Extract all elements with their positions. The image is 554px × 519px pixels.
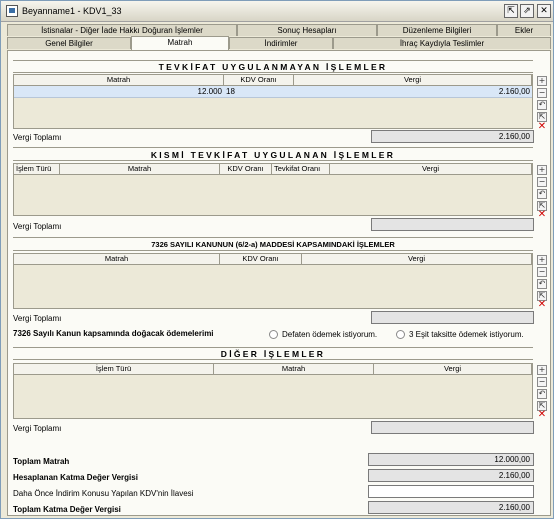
cell-vergi[interactable]: 2.160,00 bbox=[294, 86, 532, 97]
col-matrah[interactable]: Matrah bbox=[14, 75, 224, 85]
col-matrah[interactable]: Matrah bbox=[214, 364, 374, 374]
sec1-grid-header: Matrah KDV Oranı Vergi bbox=[14, 75, 532, 86]
section-divider bbox=[13, 60, 533, 61]
col-kdv-orani[interactable]: KDV Oranı bbox=[220, 164, 272, 174]
window: Beyanname1 - KDV1_33 ⇱ ⇗ ✕ İstisnalar - … bbox=[0, 0, 554, 519]
defaten-radio[interactable] bbox=[269, 330, 278, 339]
defaten-label[interactable]: Defaten ödemek istiyorum. bbox=[282, 330, 377, 339]
toplam-matrah-value: 12.000,00 bbox=[368, 453, 534, 466]
sec2-grid: İşlem Türü Matrah KDV Oranı Tevkifat Ora… bbox=[13, 163, 533, 216]
taksit-label[interactable]: 3 Eşit taksitte ödemek istiyorum. bbox=[409, 330, 524, 339]
sec4-total-value bbox=[371, 421, 534, 434]
col-vergi[interactable]: Vergi bbox=[374, 364, 532, 374]
section-divider bbox=[13, 147, 533, 148]
undo-icon[interactable]: ↶ bbox=[537, 189, 547, 199]
remove-row-icon[interactable]: − bbox=[537, 377, 547, 387]
tab-ekler[interactable]: Ekler bbox=[497, 24, 551, 36]
sec4-total-label: Vergi Toplamı bbox=[13, 424, 62, 433]
maximize-button[interactable]: ⇗ bbox=[520, 4, 534, 18]
toplam-kdv-label: Toplam Katma Değer Vergisi bbox=[13, 505, 121, 514]
toplam-kdv-value: 2.160,00 bbox=[368, 501, 534, 514]
sec3-total-value bbox=[371, 311, 534, 324]
payment-choice-label: 7326 Sayılı Kanun kapsamında doğacak öde… bbox=[13, 329, 214, 338]
hesaplanan-kdv-label: Hesaplanan Katma Değer Vergisi bbox=[13, 473, 138, 482]
daha-once-input[interactable] bbox=[368, 485, 534, 498]
undo-icon[interactable]: ↶ bbox=[537, 279, 547, 289]
delete-icon[interactable]: ✕ bbox=[537, 300, 547, 311]
section-divider bbox=[13, 237, 533, 238]
sec2-title: KISMİ TEVKİFAT UYGULANAN İŞLEMLER bbox=[13, 150, 533, 161]
delete-icon[interactable]: ✕ bbox=[537, 210, 547, 221]
sec4-grid-header: İşlem Türü Matrah Vergi bbox=[14, 364, 532, 375]
sec3-total-label: Vergi Toplamı bbox=[13, 314, 62, 323]
col-vergi[interactable]: Vergi bbox=[330, 164, 532, 174]
section-divider bbox=[13, 347, 533, 348]
cell-matrah[interactable]: 12.000 bbox=[14, 86, 224, 97]
sec2-total-value bbox=[371, 218, 534, 231]
sec4-title: DİĞER İŞLEMLER bbox=[13, 349, 533, 360]
sec1-grid: Matrah KDV Oranı Vergi 12.000 18 2.160,0… bbox=[13, 74, 533, 129]
sec3-grid: Matrah KDV Oranı Vergi bbox=[13, 253, 533, 309]
tab-istisnalar-diger[interactable]: İstisnalar - Diğer İade Hakkı Doğuran İş… bbox=[7, 24, 237, 36]
add-row-icon[interactable]: + bbox=[537, 76, 547, 86]
sec3-title: 7326 SAYILI KANUNUN (6/2-a) MADDESİ KAPS… bbox=[13, 240, 533, 251]
add-row-icon[interactable]: + bbox=[537, 255, 547, 265]
window-title: Beyanname1 - KDV1_33 bbox=[22, 6, 122, 16]
close-button[interactable]: ✕ bbox=[537, 4, 551, 18]
document-icon bbox=[6, 5, 18, 17]
sec4-grid: İşlem Türü Matrah Vergi bbox=[13, 363, 533, 419]
col-tevkifat-orani[interactable]: Tevkifat Oranı bbox=[272, 164, 330, 174]
sec3-grid-header: Matrah KDV Oranı Vergi bbox=[14, 254, 532, 265]
tab-ihrac-kaydiyla-teslimler[interactable]: İhraç Kaydıyla Teslimler bbox=[333, 37, 551, 49]
title-bar: Beyanname1 - KDV1_33 ⇱ ⇗ ✕ bbox=[1, 1, 553, 22]
toplam-matrah-label: Toplam Matrah bbox=[13, 457, 70, 466]
col-kdv-orani[interactable]: KDV Oranı bbox=[224, 75, 294, 85]
tab-indirimler[interactable]: İndirimler bbox=[229, 37, 333, 49]
restore-button[interactable]: ⇱ bbox=[504, 4, 518, 18]
undo-icon[interactable]: ↶ bbox=[537, 389, 547, 399]
sec1-total-value: 2.160,00 bbox=[371, 130, 534, 143]
col-kdv-orani[interactable]: KDV Oranı bbox=[220, 254, 302, 264]
delete-icon[interactable]: ✕ bbox=[537, 122, 547, 133]
add-row-icon[interactable]: + bbox=[537, 365, 547, 375]
remove-row-icon[interactable]: − bbox=[537, 267, 547, 277]
remove-row-icon[interactable]: − bbox=[537, 88, 547, 98]
remove-row-icon[interactable]: − bbox=[537, 177, 547, 187]
cell-kdv-orani[interactable]: 18 bbox=[224, 86, 294, 97]
tab-genel-bilgiler[interactable]: Genel Bilgiler bbox=[7, 37, 131, 49]
col-matrah[interactable]: Matrah bbox=[60, 164, 220, 174]
tab-matrah[interactable]: Matrah bbox=[131, 36, 229, 50]
col-islem-turu[interactable]: İşlem Türü bbox=[14, 364, 214, 374]
sec2-total-label: Vergi Toplamı bbox=[13, 222, 62, 231]
col-vergi[interactable]: Vergi bbox=[302, 254, 532, 264]
table-row[interactable]: 12.000 18 2.160,00 bbox=[14, 86, 532, 98]
tab-duzenleme-bilgileri[interactable]: Düzenleme Bilgileri bbox=[377, 24, 497, 36]
col-vergi[interactable]: Vergi bbox=[294, 75, 532, 85]
tab-sonuc-hesaplari[interactable]: Sonuç Hesapları bbox=[237, 24, 377, 36]
add-row-icon[interactable]: + bbox=[537, 165, 547, 175]
col-matrah[interactable]: Matrah bbox=[14, 254, 220, 264]
undo-icon[interactable]: ↶ bbox=[537, 100, 547, 110]
sec1-total-label: Vergi Toplamı bbox=[13, 133, 62, 142]
daha-once-label: Daha Önce İndirim Konusu Yapılan KDV'nin… bbox=[13, 489, 194, 498]
sec1-title: TEVKİFAT UYGULANMAYAN İŞLEMLER bbox=[13, 62, 533, 73]
delete-icon[interactable]: ✕ bbox=[537, 410, 547, 421]
hesaplanan-kdv-value: 2.160,00 bbox=[368, 469, 534, 482]
sec2-grid-header: İşlem Türü Matrah KDV Oranı Tevkifat Ora… bbox=[14, 164, 532, 175]
taksit-radio[interactable] bbox=[396, 330, 405, 339]
col-islem-turu[interactable]: İşlem Türü bbox=[14, 164, 60, 174]
